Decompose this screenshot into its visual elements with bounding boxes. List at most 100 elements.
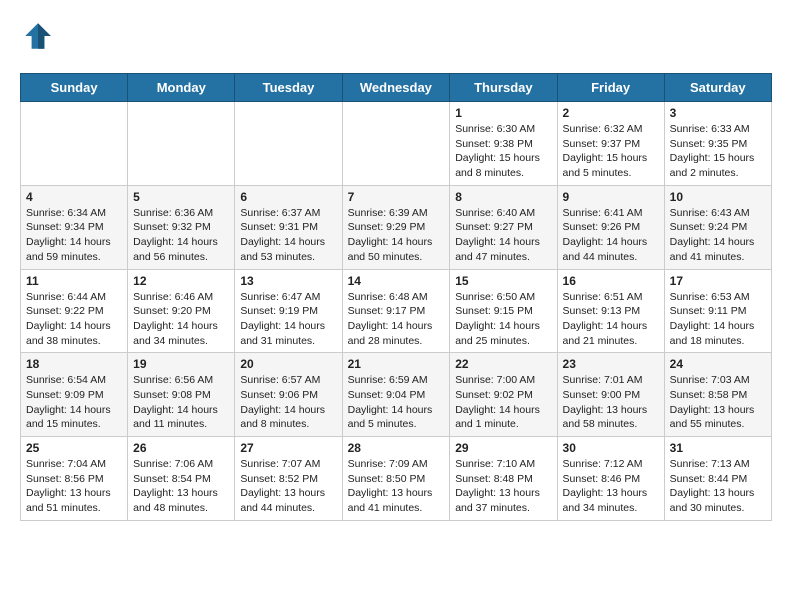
calendar-cell: 3 Sunrise: 6:33 AM Sunset: 9:35 PM Daylig… <box>664 102 771 186</box>
day-info: Sunrise: 7:03 AM Sunset: 8:58 PM Dayligh… <box>670 373 766 432</box>
calendar-cell: 22 Sunrise: 7:00 AM Sunset: 9:02 PM Dayli… <box>450 353 557 437</box>
day-number: 22 <box>455 357 551 371</box>
day-number: 23 <box>563 357 659 371</box>
calendar-cell: 29 Sunrise: 7:10 AM Sunset: 8:48 PM Dayli… <box>450 437 557 521</box>
day-info: Sunrise: 6:54 AM Sunset: 9:09 PM Dayligh… <box>26 373 122 432</box>
calendar-week-row: 1 Sunrise: 6:30 AM Sunset: 9:38 PM Daylig… <box>21 102 772 186</box>
calendar-cell <box>128 102 235 186</box>
calendar-cell: 30 Sunrise: 7:12 AM Sunset: 8:46 PM Dayli… <box>557 437 664 521</box>
calendar-cell: 21 Sunrise: 6:59 AM Sunset: 9:04 PM Dayli… <box>342 353 450 437</box>
calendar-week-row: 4 Sunrise: 6:34 AM Sunset: 9:34 PM Daylig… <box>21 185 772 269</box>
calendar-cell: 31Sunrise: 7:13 AM Sunset: 8:44 PM Dayli… <box>664 437 771 521</box>
page-header <box>20 20 772 57</box>
calendar-cell: 19 Sunrise: 6:56 AM Sunset: 9:08 PM Dayli… <box>128 353 235 437</box>
day-info: Sunrise: 6:30 AM Sunset: 9:38 PM Dayligh… <box>455 122 551 181</box>
day-of-week-header: Tuesday <box>235 74 342 102</box>
calendar-week-row: 18 Sunrise: 6:54 AM Sunset: 9:09 PM Dayli… <box>21 353 772 437</box>
day-info: Sunrise: 6:56 AM Sunset: 9:08 PM Dayligh… <box>133 373 229 432</box>
calendar-cell: 18 Sunrise: 6:54 AM Sunset: 9:09 PM Dayli… <box>21 353 128 437</box>
day-info: Sunrise: 6:59 AM Sunset: 9:04 PM Dayligh… <box>348 373 445 432</box>
day-of-week-header: Saturday <box>664 74 771 102</box>
day-info: Sunrise: 6:32 AM Sunset: 9:37 PM Dayligh… <box>563 122 659 181</box>
day-number: 30 <box>563 441 659 455</box>
calendar-week-row: 25 Sunrise: 7:04 AM Sunset: 8:56 PM Dayli… <box>21 437 772 521</box>
calendar-cell <box>235 102 342 186</box>
day-number: 2 <box>563 106 659 120</box>
calendar-cell: 10 Sunrise: 6:43 AM Sunset: 9:24 PM Dayli… <box>664 185 771 269</box>
day-info: Sunrise: 6:43 AM Sunset: 9:24 PM Dayligh… <box>670 206 766 265</box>
day-info: Sunrise: 7:00 AM Sunset: 9:02 PM Dayligh… <box>455 373 551 432</box>
day-info: Sunrise: 7:10 AM Sunset: 8:48 PM Dayligh… <box>455 457 551 516</box>
day-number: 14 <box>348 274 445 288</box>
calendar-cell: 8 Sunrise: 6:40 AM Sunset: 9:27 PM Daylig… <box>450 185 557 269</box>
day-info: Sunrise: 6:53 AM Sunset: 9:11 PM Dayligh… <box>670 290 766 349</box>
day-info: Sunrise: 7:06 AM Sunset: 8:54 PM Dayligh… <box>133 457 229 516</box>
day-number: 15 <box>455 274 551 288</box>
calendar-cell: 5 Sunrise: 6:36 AM Sunset: 9:32 PM Daylig… <box>128 185 235 269</box>
calendar-cell: 13Sunrise: 6:47 AM Sunset: 9:19 PM Dayli… <box>235 269 342 353</box>
calendar-table: SundayMondayTuesdayWednesdayThursdayFrid… <box>20 73 772 521</box>
day-number: 29 <box>455 441 551 455</box>
day-number: 25 <box>26 441 122 455</box>
calendar-cell <box>21 102 128 186</box>
calendar-cell: 24 Sunrise: 7:03 AM Sunset: 8:58 PM Dayli… <box>664 353 771 437</box>
day-info: Sunrise: 6:50 AM Sunset: 9:15 PM Dayligh… <box>455 290 551 349</box>
day-info: Sunrise: 7:01 AM Sunset: 9:00 PM Dayligh… <box>563 373 659 432</box>
calendar-week-row: 11 Sunrise: 6:44 AM Sunset: 9:22 PM Dayli… <box>21 269 772 353</box>
day-info: Sunrise: 6:40 AM Sunset: 9:27 PM Dayligh… <box>455 206 551 265</box>
day-number: 24 <box>670 357 766 371</box>
day-number: 13 <box>240 274 336 288</box>
day-number: 17 <box>670 274 766 288</box>
day-number: 9 <box>563 190 659 204</box>
day-info: Sunrise: 6:57 AM Sunset: 9:06 PM Dayligh… <box>240 373 336 432</box>
day-info: Sunrise: 7:09 AM Sunset: 8:50 PM Dayligh… <box>348 457 445 516</box>
day-number: 10 <box>670 190 766 204</box>
day-info: Sunrise: 7:07 AM Sunset: 8:52 PM Dayligh… <box>240 457 336 516</box>
day-info: Sunrise: 6:51 AM Sunset: 9:13 PM Dayligh… <box>563 290 659 349</box>
day-info: Sunrise: 6:36 AM Sunset: 9:32 PM Dayligh… <box>133 206 229 265</box>
calendar-cell: 6Sunrise: 6:37 AM Sunset: 9:31 PM Daylig… <box>235 185 342 269</box>
day-number: 16 <box>563 274 659 288</box>
day-info: Sunrise: 6:44 AM Sunset: 9:22 PM Dayligh… <box>26 290 122 349</box>
calendar-cell: 14 Sunrise: 6:48 AM Sunset: 9:17 PM Dayli… <box>342 269 450 353</box>
day-of-week-header: Wednesday <box>342 74 450 102</box>
calendar-cell: 1 Sunrise: 6:30 AM Sunset: 9:38 PM Daylig… <box>450 102 557 186</box>
day-info: Sunrise: 6:33 AM Sunset: 9:35 PM Dayligh… <box>670 122 766 181</box>
calendar-cell: 20 Sunrise: 6:57 AM Sunset: 9:06 PM Dayli… <box>235 353 342 437</box>
day-number: 28 <box>348 441 445 455</box>
day-number: 1 <box>455 106 551 120</box>
calendar-cell: 28 Sunrise: 7:09 AM Sunset: 8:50 PM Dayli… <box>342 437 450 521</box>
day-number: 21 <box>348 357 445 371</box>
day-of-week-header: Monday <box>128 74 235 102</box>
day-info: Sunrise: 7:13 AM Sunset: 8:44 PM Dayligh… <box>670 457 766 516</box>
day-number: 7 <box>348 190 445 204</box>
calendar-cell: 15 Sunrise: 6:50 AM Sunset: 9:15 PM Dayli… <box>450 269 557 353</box>
day-number: 11 <box>26 274 122 288</box>
day-number: 5 <box>133 190 229 204</box>
day-number: 19 <box>133 357 229 371</box>
calendar-cell: 9 Sunrise: 6:41 AM Sunset: 9:26 PM Daylig… <box>557 185 664 269</box>
day-info: Sunrise: 6:34 AM Sunset: 9:34 PM Dayligh… <box>26 206 122 265</box>
calendar-cell: 7Sunrise: 6:39 AM Sunset: 9:29 PM Daylig… <box>342 185 450 269</box>
calendar-cell: 16 Sunrise: 6:51 AM Sunset: 9:13 PM Dayli… <box>557 269 664 353</box>
calendar-cell: 25 Sunrise: 7:04 AM Sunset: 8:56 PM Dayli… <box>21 437 128 521</box>
day-info: Sunrise: 7:04 AM Sunset: 8:56 PM Dayligh… <box>26 457 122 516</box>
day-info: Sunrise: 6:41 AM Sunset: 9:26 PM Dayligh… <box>563 206 659 265</box>
day-number: 4 <box>26 190 122 204</box>
day-number: 20 <box>240 357 336 371</box>
day-number: 8 <box>455 190 551 204</box>
logo-icon <box>22 20 54 52</box>
day-number: 3 <box>670 106 766 120</box>
calendar-cell: 26 Sunrise: 7:06 AM Sunset: 8:54 PM Dayli… <box>128 437 235 521</box>
day-info: Sunrise: 7:12 AM Sunset: 8:46 PM Dayligh… <box>563 457 659 516</box>
day-of-week-header: Thursday <box>450 74 557 102</box>
day-info: Sunrise: 6:37 AM Sunset: 9:31 PM Dayligh… <box>240 206 336 265</box>
calendar-cell: 2 Sunrise: 6:32 AM Sunset: 9:37 PM Daylig… <box>557 102 664 186</box>
day-number: 26 <box>133 441 229 455</box>
calendar-cell: 11 Sunrise: 6:44 AM Sunset: 9:22 PM Dayli… <box>21 269 128 353</box>
calendar-cell: 27Sunrise: 7:07 AM Sunset: 8:52 PM Dayli… <box>235 437 342 521</box>
day-info: Sunrise: 6:46 AM Sunset: 9:20 PM Dayligh… <box>133 290 229 349</box>
day-info: Sunrise: 6:48 AM Sunset: 9:17 PM Dayligh… <box>348 290 445 349</box>
day-number: 18 <box>26 357 122 371</box>
day-of-week-header: Sunday <box>21 74 128 102</box>
